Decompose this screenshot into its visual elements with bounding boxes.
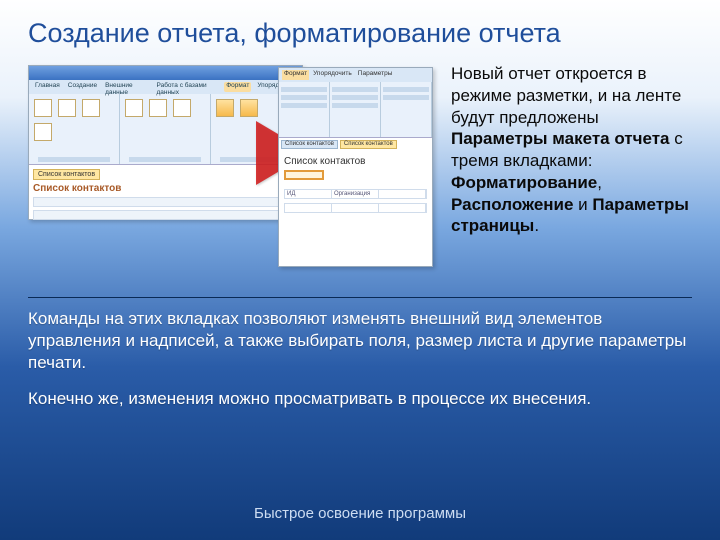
bold-text: Расположение — [451, 195, 573, 214]
ribbon-group — [279, 82, 330, 137]
table-header-row: ИД Организация — [284, 189, 427, 199]
ribbon-tabs: Главная Создание Внешние данные Работа с… — [29, 80, 302, 94]
selected-control — [284, 170, 324, 180]
ribbon-button-icon — [149, 99, 167, 117]
tab: Упорядочить — [311, 70, 354, 80]
ribbon-group — [381, 82, 432, 137]
ribbon-button-icon — [34, 99, 52, 117]
bold-text: Параметры макета отчета — [451, 129, 670, 148]
screenshot-composite: Главная Создание Внешние данные Работа с… — [28, 61, 433, 291]
text: , — [597, 173, 602, 192]
text: . — [534, 216, 539, 235]
document-tab: Список контактов — [281, 140, 338, 149]
ribbon-button-icon — [173, 99, 191, 117]
paragraph: Команды на этих вкладках позволяют измен… — [28, 308, 692, 374]
tab: Внешние данные — [103, 82, 150, 92]
table-row — [284, 203, 427, 213]
ribbon-button-icon — [82, 99, 100, 117]
tab: Параметры — [356, 70, 395, 80]
ribbon-button-icon — [34, 123, 52, 141]
slide-title: Создание отчета, форматирование отчета — [28, 18, 692, 49]
right-screenshot: Формат Упорядочить Параметры Список конт… — [278, 67, 433, 267]
table-row — [33, 210, 298, 220]
text: и — [573, 195, 592, 214]
ribbon-button-icon — [125, 99, 143, 117]
bold-text: Форматирование — [451, 173, 597, 192]
paragraph: Конечно же, изменения можно просматриват… — [28, 388, 692, 410]
tab: Создание — [66, 82, 99, 92]
tab: Работа с базами данных — [154, 82, 220, 92]
document-tabbar: Список контактов Список контактов — [279, 137, 432, 151]
ribbon-group — [330, 82, 381, 137]
tab-active: Формат — [224, 82, 251, 92]
tab: Главная — [33, 82, 62, 92]
top-row: Главная Создание Внешние данные Работа с… — [28, 61, 692, 291]
ribbon-group — [29, 94, 120, 164]
tab-active: Формат — [282, 70, 309, 80]
ribbon-tabs: Формат Упорядочить Параметры — [279, 68, 432, 82]
text: Новый отчет откроется в режиме разметки,… — [451, 64, 681, 127]
ribbon-button-icon — [58, 99, 76, 117]
document-area: Список контактов ИД Организация — [279, 151, 432, 266]
document-tab: Список контактов — [33, 169, 100, 180]
column-header: ИД — [285, 190, 332, 198]
ribbon-body — [279, 82, 432, 137]
footer-text: Быстрое освоение программы — [0, 505, 720, 522]
window-titlebar — [29, 66, 302, 80]
screenshot-area: Главная Создание Внешние данные Работа с… — [28, 61, 433, 291]
column-header — [379, 190, 426, 198]
table-header-row — [33, 197, 298, 207]
divider — [28, 297, 692, 298]
ribbon-group — [120, 94, 211, 164]
intro-text: Новый отчет откроется в режиме разметки,… — [451, 61, 692, 237]
slide: Создание отчета, форматирование отчета Г… — [0, 0, 720, 540]
ribbon-button-icon — [240, 99, 258, 117]
column-header: Организация — [332, 190, 379, 198]
report-title: Список контактов — [284, 156, 427, 167]
ribbon-button-icon — [216, 99, 234, 117]
document-tab: Список контактов — [340, 140, 397, 149]
